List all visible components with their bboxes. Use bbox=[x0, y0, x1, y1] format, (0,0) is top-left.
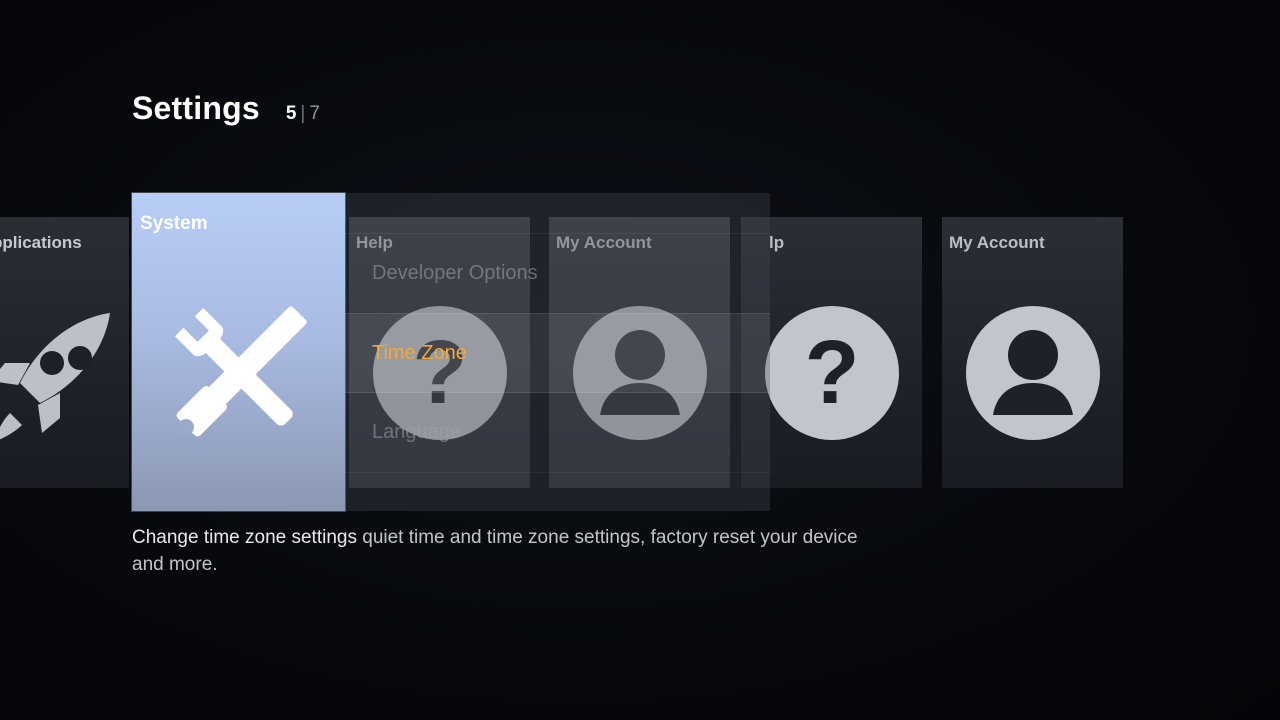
submenu-item-time-zone[interactable]: Time Zone bbox=[345, 313, 770, 393]
page-separator: | bbox=[300, 103, 306, 124]
submenu-item-developer-options[interactable]: Developer Options bbox=[345, 233, 770, 313]
tile-my-account-2-label: My Account bbox=[949, 233, 1045, 252]
rocket-icon bbox=[0, 303, 129, 453]
tile-my-account-2[interactable]: My Account bbox=[942, 217, 1123, 488]
system-submenu: Developer Options Time Zone Language bbox=[345, 193, 770, 511]
description-lead: Change time zone settings bbox=[132, 527, 357, 548]
svg-text:?: ? bbox=[804, 323, 859, 423]
tile-system-label: System bbox=[140, 213, 208, 234]
user-icon bbox=[942, 303, 1123, 443]
tile-applications[interactable]: pplications bbox=[0, 217, 129, 488]
page-header: Settings 5 | 7 bbox=[132, 90, 320, 127]
submenu-item-language[interactable]: Language bbox=[345, 393, 770, 473]
page-current: 5 bbox=[285, 103, 297, 124]
tile-help-2-label: lp bbox=[769, 233, 785, 252]
tile-applications-label: pplications bbox=[0, 233, 82, 252]
tile-system[interactable]: System bbox=[132, 193, 345, 511]
page-title: Settings bbox=[132, 90, 260, 126]
tools-icon bbox=[160, 293, 320, 458]
settings-screen: Settings 5 | 7 pplications Help ? My Acc… bbox=[0, 0, 1280, 720]
page-total: 7 bbox=[309, 103, 320, 124]
description: Change time zone settings quiet time and… bbox=[132, 524, 892, 578]
page-counter: 5 | 7 bbox=[286, 103, 320, 125]
